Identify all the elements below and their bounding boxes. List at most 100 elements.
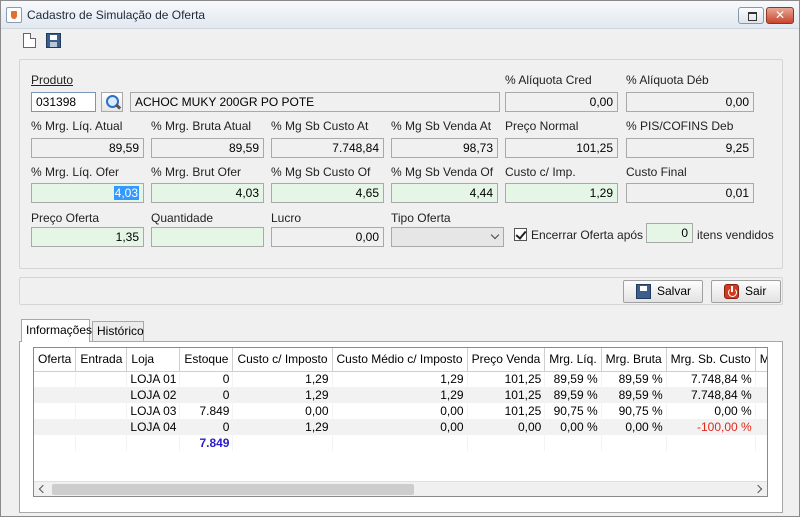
encerrar-oferta-label: Encerrar Oferta após bbox=[531, 228, 644, 242]
column-header[interactable]: Oferta bbox=[34, 348, 77, 372]
exit-icon bbox=[724, 284, 739, 299]
column-header[interactable]: Mrg. Líq. bbox=[544, 348, 602, 372]
table-cell bbox=[126, 435, 181, 451]
restore-button[interactable] bbox=[738, 7, 764, 24]
scroll-thumb[interactable] bbox=[52, 484, 414, 495]
column-header[interactable]: Custo Médio c/ Imposto bbox=[332, 348, 468, 372]
encerrar-oferta-checkbox[interactable] bbox=[514, 228, 527, 241]
table-cell: 89,59 % bbox=[601, 371, 667, 387]
custo-final-label: Custo Final bbox=[626, 165, 687, 179]
totals-row: 7.849 bbox=[34, 435, 767, 451]
java-app-icon bbox=[6, 7, 22, 23]
produto-label: Produto bbox=[31, 73, 74, 87]
tipo-oferta-select[interactable] bbox=[391, 227, 504, 247]
table-cell: 7.849 bbox=[179, 403, 234, 419]
table-cell: 0,00 % bbox=[666, 403, 756, 419]
table-cell: 0,00 bbox=[467, 419, 546, 435]
table-cell: 7.748,84 % bbox=[666, 371, 756, 387]
scroll-left-icon[interactable] bbox=[38, 484, 48, 494]
table-cell: 89,59 % bbox=[601, 387, 667, 403]
table-cell: 0,00 % bbox=[601, 419, 667, 435]
produto-codigo-input[interactable]: 031398 bbox=[31, 92, 96, 112]
close-button[interactable]: ✕ bbox=[766, 7, 794, 24]
lucro-label: Lucro bbox=[271, 211, 302, 225]
custo-final-field: 0,01 bbox=[626, 183, 754, 203]
table-cell: 0 bbox=[179, 419, 234, 435]
table-cell: 0,00 bbox=[232, 403, 333, 419]
column-header[interactable]: Entrada bbox=[75, 348, 128, 372]
custo-imp-input[interactable]: 1,29 bbox=[505, 183, 618, 203]
table-cell bbox=[332, 435, 468, 451]
lojas-table: Oferta Entrada Loja Estoque Custo c/ Imposto… bbox=[34, 348, 767, 451]
table-cell bbox=[544, 435, 602, 451]
table-cell: 0 bbox=[179, 387, 234, 403]
mg-sb-custo-at-label: % Mg Sb Custo At bbox=[271, 119, 369, 133]
aliquota-deb-field: 0,00 bbox=[626, 92, 754, 112]
mg-sb-venda-of-label: % Mg Sb Venda Of bbox=[391, 165, 494, 179]
table-row[interactable]: LOJA 03 7.849 0,00 0,00 101,25 90,75 % 90,75 %… bbox=[34, 403, 767, 419]
itens-vendidos-input[interactable]: 0 bbox=[646, 223, 693, 243]
table-cell bbox=[232, 435, 333, 451]
sair-button[interactable]: Sair bbox=[711, 280, 781, 303]
table-cell: LOJA 01 bbox=[126, 371, 181, 387]
table-header-row: Oferta Entrada Loja Estoque Custo c/ Imposto… bbox=[34, 348, 767, 372]
table-cell bbox=[34, 387, 77, 403]
column-header[interactable]: Mrg. Bruta bbox=[601, 348, 667, 372]
save-icon[interactable] bbox=[46, 33, 61, 48]
mrg-liq-atual-label: % Mrg. Líq. Atual bbox=[31, 119, 123, 133]
salvar-button[interactable]: Salvar bbox=[623, 280, 703, 303]
title-bar: Cadastro de Simulação de Oferta ✕ bbox=[1, 1, 799, 29]
new-document-icon[interactable] bbox=[23, 33, 36, 48]
preco-oferta-label: Preço Oferta bbox=[31, 211, 100, 225]
table-row[interactable]: LOJA 02 0 1,29 1,29 101,25 89,59 % 89,59 % 7.74… bbox=[34, 387, 767, 403]
lucro-field: 0,00 bbox=[271, 227, 384, 247]
mg-sb-custo-at-field: 7.748,84 bbox=[271, 138, 384, 158]
table-cell bbox=[601, 435, 667, 451]
table-cell: 0,00 bbox=[332, 403, 468, 419]
search-icon[interactable] bbox=[101, 92, 123, 112]
tipo-oferta-label: Tipo Oferta bbox=[391, 211, 451, 225]
total-estoque: 7.849 bbox=[179, 435, 234, 451]
mrg-bruta-atual-label: % Mrg. Bruta Atual bbox=[151, 119, 252, 133]
table-body: LOJA 01 0 1,29 1,29 101,25 89,59 % 89,59 % 7.74… bbox=[34, 371, 767, 451]
column-header[interactable]: Custo c/ Imposto bbox=[232, 348, 333, 372]
table-row[interactable]: LOJA 04 0 1,29 0,00 0,00 0,00 % 0,00 % -100,00 … bbox=[34, 419, 767, 435]
mg-sb-custo-of-input[interactable]: 4,65 bbox=[271, 183, 384, 203]
column-header[interactable]: Mr bbox=[755, 348, 767, 372]
table-cell: 0,00 bbox=[332, 419, 468, 435]
column-header[interactable]: Estoque bbox=[179, 348, 234, 372]
table-cell: LOJA 02 bbox=[126, 387, 181, 403]
table-cell: 101,25 bbox=[467, 387, 546, 403]
window-title: Cadastro de Simulação de Oferta bbox=[27, 8, 206, 22]
preco-oferta-input[interactable]: 1,35 bbox=[31, 227, 144, 247]
table-row[interactable]: LOJA 01 0 1,29 1,29 101,25 89,59 % 89,59 % 7.74… bbox=[34, 371, 767, 387]
mrg-brut-ofer-input[interactable]: 4,03 bbox=[151, 183, 264, 203]
custo-imp-label: Custo c/ Imp. bbox=[505, 165, 576, 179]
itens-vendidos-label: itens vendidos bbox=[697, 228, 774, 242]
sair-label: Sair bbox=[745, 284, 767, 298]
tab-informacoes[interactable]: Informações bbox=[21, 319, 92, 342]
table-cell: LOJA 03 bbox=[126, 403, 181, 419]
column-header[interactable]: Mrg. Sb. Custo bbox=[666, 348, 756, 372]
preco-normal-label: Preço Normal bbox=[505, 119, 579, 133]
mg-sb-venda-of-input[interactable]: 4,44 bbox=[391, 183, 498, 203]
mrg-liq-ofer-input[interactable]: 4,03 bbox=[31, 183, 144, 203]
table-cell bbox=[755, 371, 767, 387]
column-header[interactable]: Loja bbox=[126, 348, 181, 372]
produto-descricao-field: ACHOC MUKY 200GR PO POTE bbox=[130, 92, 500, 112]
table-cell: 90,75 % bbox=[544, 403, 602, 419]
horizontal-scrollbar[interactable] bbox=[34, 481, 767, 496]
aliquota-cred-label: % Alíquota Cred bbox=[505, 73, 592, 87]
tab-historico[interactable]: Histórico bbox=[92, 321, 144, 341]
table-cell bbox=[34, 371, 77, 387]
table-cell bbox=[755, 435, 767, 451]
save-icon bbox=[636, 284, 651, 299]
table-cell bbox=[75, 403, 128, 419]
quantidade-input[interactable] bbox=[151, 227, 264, 247]
table-cell: 89,59 % bbox=[544, 387, 602, 403]
lojas-grid: Oferta Entrada Loja Estoque Custo c/ Imposto… bbox=[33, 347, 768, 497]
column-header[interactable]: Preço Venda bbox=[467, 348, 546, 372]
mg-sb-venda-at-label: % Mg Sb Venda At bbox=[391, 119, 492, 133]
scroll-right-icon[interactable] bbox=[753, 484, 763, 494]
table-cell: 0,00 % bbox=[544, 419, 602, 435]
